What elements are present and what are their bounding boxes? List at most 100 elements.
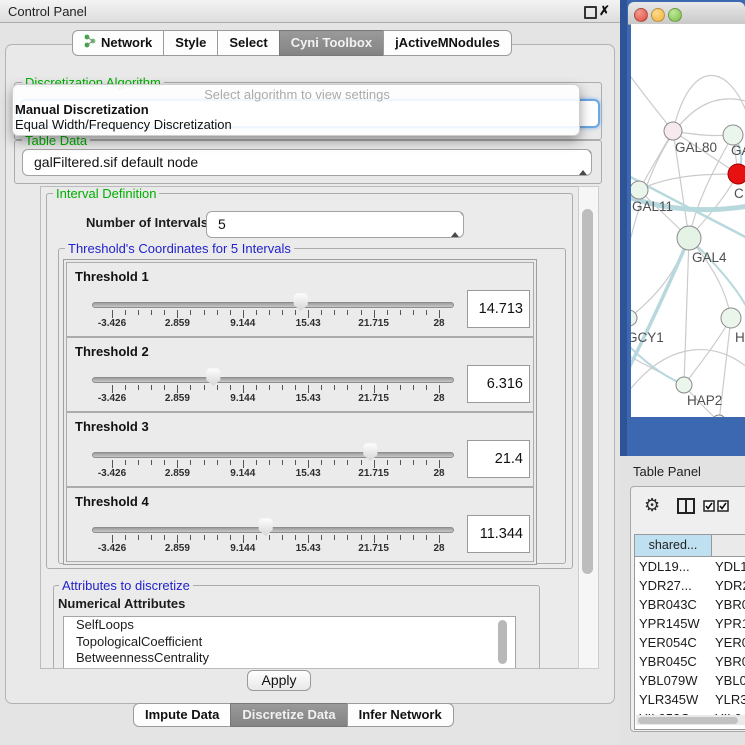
table-row[interactable]: YBR043CYBR0 xyxy=(635,595,745,614)
numerical-attributes-list[interactable]: SelfLoopsTopologicalCoefficientBetweenne… xyxy=(63,616,516,669)
table-row[interactable]: YBR045CYBR0 xyxy=(635,652,745,671)
settings-scrollbar[interactable] xyxy=(578,186,599,669)
apply-button[interactable]: Apply xyxy=(247,670,311,691)
threshold-value-field[interactable]: 11.344 xyxy=(467,515,530,553)
table-data-combobox[interactable]: galFiltered.sif default node xyxy=(22,149,592,176)
checkbox-icon[interactable] xyxy=(703,500,716,512)
threshold-group-title: Threshold's Coordinates for 5 Intervals xyxy=(65,241,294,256)
tab-label: Select xyxy=(229,35,267,50)
tab-label: Style xyxy=(175,35,206,50)
slider-thumb[interactable] xyxy=(205,368,221,386)
cell-shared-name: YDL19... xyxy=(639,557,690,576)
list-item[interactable]: BetweennessCentrality xyxy=(64,650,515,667)
GAL11-node[interactable] xyxy=(631,181,648,199)
right-node[interactable] xyxy=(721,308,741,328)
slider-tick-label: 21.715 xyxy=(358,393,389,404)
table-row[interactable]: YPR145WYPR1 xyxy=(635,614,745,633)
cell-shared-name: YER054C xyxy=(639,633,697,652)
slider-track[interactable] xyxy=(92,302,454,308)
network-edge[interactable] xyxy=(684,238,689,385)
zoom-traffic-light-icon[interactable] xyxy=(668,8,682,22)
gear-icon[interactable]: ⚙ xyxy=(644,495,660,516)
network-view-canvas[interactable]: GAL80GACGAL11GAL4GCY1HHAP2 xyxy=(631,24,745,417)
tab-cyni-toolbox[interactable]: Cyni Toolbox xyxy=(279,30,384,56)
table-panel-title: Table Panel xyxy=(633,464,701,479)
slider-track[interactable] xyxy=(92,527,454,533)
node-label: GAL80 xyxy=(675,140,717,155)
checkbox-icon[interactable] xyxy=(717,500,730,512)
slider-tick xyxy=(321,460,322,465)
top-right-node[interactable] xyxy=(723,125,743,145)
column-browser-icon[interactable] xyxy=(677,498,695,514)
threshold-value-field[interactable]: 21.4 xyxy=(467,440,530,478)
table-header-1[interactable]: na xyxy=(712,535,745,557)
slider-tick xyxy=(230,310,231,315)
slider-tick xyxy=(374,535,375,543)
slider-tick-label: 15.43 xyxy=(296,318,321,329)
table-row[interactable]: YBL079WYBL0 xyxy=(635,671,745,690)
table-row[interactable]: YLR345WYLR3 xyxy=(635,690,745,709)
slider-tick xyxy=(138,385,139,390)
table-row[interactable]: YDL19...YDL1 xyxy=(635,557,745,576)
slider-track[interactable] xyxy=(92,377,454,383)
network-edge[interactable] xyxy=(639,174,738,190)
slider-tick-label: 15.43 xyxy=(296,543,321,554)
cell-name: YLR3 xyxy=(715,690,745,709)
bottom-node[interactable] xyxy=(712,415,726,417)
slider-tick xyxy=(243,310,244,318)
slider-tick xyxy=(243,385,244,393)
tab-network[interactable]: Network xyxy=(72,30,164,56)
threshold-value-field[interactable]: 6.316 xyxy=(467,365,530,403)
attributes-scrollbar[interactable] xyxy=(498,620,507,664)
slider-tick xyxy=(295,385,296,390)
close-traffic-light-icon[interactable] xyxy=(634,8,648,22)
slider-tick xyxy=(426,460,427,465)
slider-thumb[interactable] xyxy=(362,443,378,461)
slider-tick xyxy=(112,535,113,543)
network-edge[interactable] xyxy=(639,131,673,190)
slider-tick xyxy=(413,535,414,540)
GAL4-node[interactable] xyxy=(677,226,701,250)
close-icon[interactable]: ✗ xyxy=(599,3,610,19)
HAP2-node[interactable] xyxy=(676,377,692,393)
tab-impute-data[interactable]: Impute Data xyxy=(133,703,231,727)
minimize-traffic-light-icon[interactable] xyxy=(651,8,665,22)
dropdown-item[interactable]: Equal Width/Frequency Discretization xyxy=(13,117,579,132)
network-edge[interactable] xyxy=(631,69,673,131)
slider-tick xyxy=(217,460,218,465)
threshold-row: Threshold 3-3.4262.8599.14415.4321.71528… xyxy=(66,412,534,487)
slider-tick xyxy=(400,310,401,315)
settings-scrollbar-thumb[interactable] xyxy=(582,209,593,574)
slider-tick-label: 28 xyxy=(433,318,444,329)
red-node[interactable] xyxy=(728,164,745,184)
tab-discretize-data[interactable]: Discretize Data xyxy=(230,703,347,727)
list-item[interactable]: TopologicalCoefficient xyxy=(64,634,515,651)
node-label: H xyxy=(735,330,745,345)
node-attribute-table[interactable]: shared...naYDL19...YDL1YDR27...YDR2YBR04… xyxy=(634,534,745,730)
interval-group-title: Interval Definition xyxy=(53,186,159,201)
tab-infer-network[interactable]: Infer Network xyxy=(347,703,454,727)
float-window-icon[interactable] xyxy=(584,6,597,19)
network-window-titlebar[interactable] xyxy=(628,2,745,25)
table-hscrollbar[interactable] xyxy=(636,715,745,725)
cell-name: YDR2 xyxy=(715,576,745,595)
table-hscrollbar-thumb[interactable] xyxy=(638,717,738,724)
slider-tick xyxy=(295,310,296,315)
tab-select[interactable]: Select xyxy=(217,30,279,56)
GAL80-node[interactable] xyxy=(664,122,682,140)
tab-jactivemnodules[interactable]: jActiveMNodules xyxy=(383,30,512,56)
table-header-0[interactable]: shared... xyxy=(635,535,712,557)
num-intervals-combobox[interactable]: 5 xyxy=(206,211,464,238)
threshold-value-field[interactable]: 14.713 xyxy=(467,290,530,328)
slider-thumb[interactable] xyxy=(293,293,309,311)
slider-tick xyxy=(190,385,191,390)
table-row[interactable]: YDR27...YDR2 xyxy=(635,576,745,595)
slider-track[interactable] xyxy=(92,452,454,458)
slider-thumb[interactable] xyxy=(258,518,274,536)
list-item[interactable]: SelfLoops xyxy=(64,617,515,634)
tab-style[interactable]: Style xyxy=(163,30,218,56)
table-row[interactable]: YER054CYER0 xyxy=(635,633,745,652)
dropdown-item[interactable]: Manual Discretization xyxy=(13,102,579,117)
slider-tick xyxy=(426,385,427,390)
tab-label: Cyni Toolbox xyxy=(291,35,372,50)
